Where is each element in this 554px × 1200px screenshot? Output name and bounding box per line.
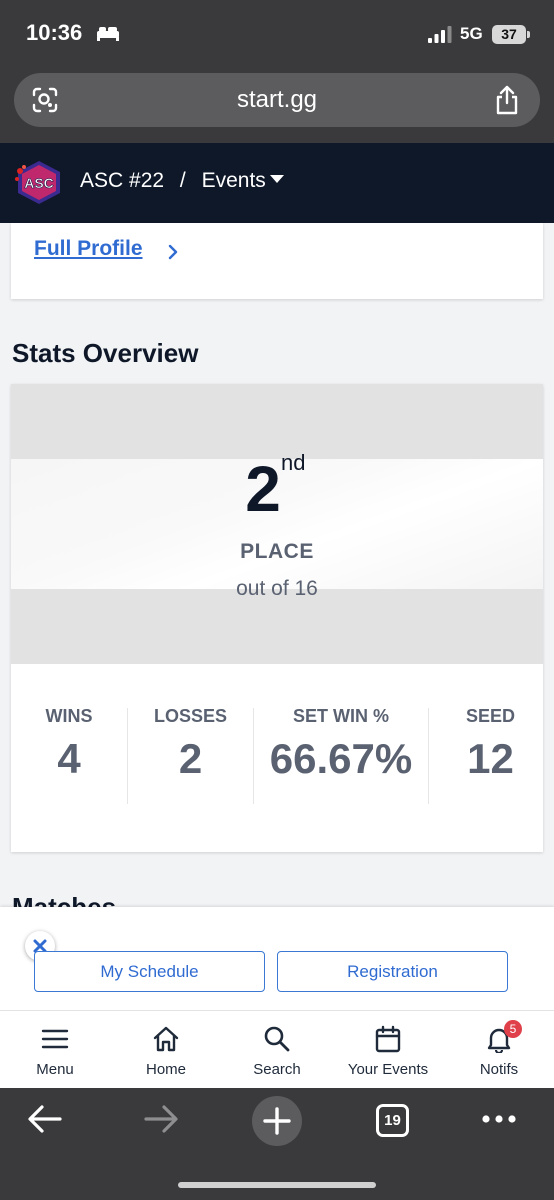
caret-down-icon [269, 175, 284, 184]
sleep-focus-icon [97, 27, 119, 41]
battery-level: 37 [492, 25, 526, 44]
tournament-logo[interactable]: ASC [14, 159, 64, 205]
nav-home[interactable]: Home [111, 1011, 221, 1089]
cell-signal-icon [428, 26, 452, 43]
stats-overview-title: Stats Overview [12, 338, 199, 368]
nav-your-events[interactable]: Your Events [333, 1011, 443, 1089]
stat-set-win-pct: SET WIN % 66.67% [254, 706, 428, 783]
battery-tip [527, 31, 530, 38]
nav-label: Your Events [347, 1061, 429, 1078]
home-indicator [178, 1182, 376, 1188]
placement-out-of: out of 16 [236, 577, 318, 600]
notification-count-badge: 5 [504, 1020, 522, 1038]
nav-label: Search [253, 1061, 301, 1078]
bottom-nav: Menu Home Search Your Events 5 Notifs [0, 1010, 554, 1088]
nav-menu[interactable]: Menu [0, 1011, 110, 1089]
stats-card: 2 nd PLACE out of 16 WINS 4 LOSSES 2 SET… [11, 384, 543, 852]
breadcrumb-tournament[interactable]: ASC #22 [80, 169, 164, 192]
registration-button[interactable]: Registration [277, 951, 508, 992]
browser-top-chrome: 10:36 5G 37 start.gg [0, 0, 554, 143]
menu-icon [41, 1029, 69, 1049]
stat-seed: SEED 12 [429, 706, 543, 783]
status-time: 10:36 [26, 20, 83, 45]
nav-label: Home [145, 1061, 186, 1078]
events-dropdown-label: Events [201, 169, 266, 192]
chevron-right-icon [168, 244, 178, 260]
search-icon [264, 1026, 290, 1052]
share-icon[interactable] [494, 85, 520, 115]
breadcrumb: ASC #22 / Events [80, 169, 284, 193]
stat-value: 66.67% [269, 735, 413, 782]
stat-label: SET WIN % [292, 706, 389, 726]
profile-card: Full Profile [11, 223, 543, 299]
stat-label: LOSSES [153, 706, 228, 726]
back-arrow-icon[interactable] [27, 1104, 63, 1134]
new-tab-icon[interactable] [251, 1095, 303, 1147]
more-options-icon[interactable] [481, 1114, 517, 1124]
address-bar[interactable]: start.gg [14, 73, 540, 127]
nav-notifs[interactable]: 5 Notifs [444, 1011, 554, 1089]
stat-value: 2 [178, 735, 203, 782]
stat-label: SEED [465, 706, 516, 726]
stat-losses: LOSSES 2 [128, 706, 253, 783]
svg-text:ASC: ASC [24, 175, 54, 191]
url-text: start.gg [236, 86, 318, 113]
lens-icon[interactable] [32, 87, 58, 113]
stat-value: 12 [467, 735, 514, 782]
status-bar: 10:36 5G 37 [0, 0, 554, 64]
events-dropdown[interactable]: Events [202, 169, 284, 192]
full-profile-link[interactable]: Full Profile [34, 237, 143, 261]
tabs-button[interactable]: 19 [376, 1104, 409, 1137]
placement-value: 2 [245, 453, 281, 525]
site-header: ASC ASC #22 / Events [0, 143, 554, 223]
stat-wins: WINS 4 [11, 706, 127, 783]
placement-number: 2 [11, 452, 543, 526]
nav-search[interactable]: Search [222, 1011, 332, 1089]
stat-label: WINS [45, 706, 93, 726]
home-icon [153, 1026, 179, 1052]
network-type: 5G [460, 24, 483, 43]
placement-suffix: nd [281, 450, 306, 475]
my-schedule-button[interactable]: My Schedule [34, 951, 265, 992]
nav-label: Notifs [479, 1061, 519, 1078]
breadcrumb-separator: / [179, 169, 186, 192]
stat-value: 4 [57, 735, 81, 782]
forward-arrow-icon[interactable] [143, 1104, 179, 1134]
matches-title: Matches [12, 892, 117, 908]
calendar-icon [375, 1025, 401, 1053]
nav-label: Menu [36, 1061, 74, 1078]
placement-label: PLACE [240, 540, 314, 563]
